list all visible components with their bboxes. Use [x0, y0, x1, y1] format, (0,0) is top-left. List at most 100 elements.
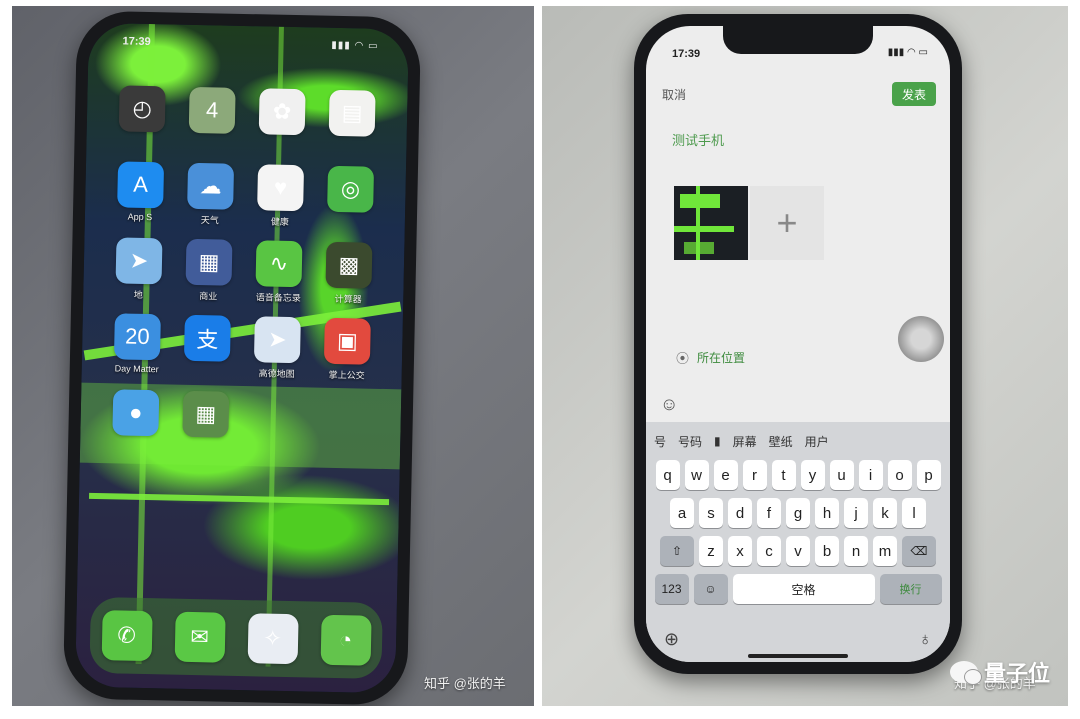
key-m[interactable]: m	[873, 536, 897, 566]
candidate-word[interactable]: 用户	[805, 433, 829, 450]
app-maps[interactable]: ➤ 地	[103, 237, 175, 314]
candidate-bar: 号号码 ▮ 屏幕 壁纸 用户	[654, 430, 942, 452]
app-store-icon: A	[117, 161, 165, 209]
calculator-icon: ▩	[325, 241, 373, 289]
key-x[interactable]: x	[728, 536, 752, 566]
key-i[interactable]: i	[858, 460, 883, 490]
key-d[interactable]: d	[728, 498, 752, 528]
maps-icon: ➤	[115, 237, 163, 285]
qbitai-logo: 量子位	[949, 656, 1050, 688]
candidate-word[interactable]: 壁纸	[769, 433, 793, 450]
app-apple-store[interactable]: ●	[100, 389, 172, 466]
app-health[interactable]: ♥ 健康	[244, 164, 316, 241]
key-n[interactable]: n	[844, 536, 868, 566]
app-notes[interactable]: ▤	[316, 89, 388, 167]
key-j[interactable]: j	[844, 498, 868, 528]
thumb-artifact	[674, 226, 734, 232]
key-o[interactable]: o	[887, 460, 912, 490]
candidate-word[interactable]: 号	[654, 433, 666, 450]
app-label: 地	[133, 289, 143, 300]
app-business-folder[interactable]: ▦ 商业	[173, 238, 245, 316]
app-label: App S	[127, 211, 153, 223]
space-key[interactable]: 空格	[732, 574, 875, 604]
app-label: Day Matter	[114, 363, 159, 375]
microphone-icon[interactable]: ♁	[919, 629, 933, 650]
app-photos[interactable]: ✿	[246, 88, 318, 165]
app-bus-app[interactable]: ▣ 掌上公交	[311, 317, 383, 394]
key-u[interactable]: u	[829, 460, 854, 490]
home-screen-grid: ◴ 4 ✿ ▤ A App S ☁ 天气 ♥ 健康 ◎ ➤ 地 ▦ 商业 ∿ 语音备忘录 ▩ 计算器 20 Day Ma…	[100, 85, 388, 471]
phone-icon[interactable]: ✆	[101, 610, 153, 662]
app-label: 高德地图	[258, 368, 295, 380]
key-a[interactable]: a	[670, 498, 694, 528]
backspace-key[interactable]: ⌫	[902, 536, 936, 566]
key-v[interactable]: v	[786, 536, 810, 566]
app-calendar[interactable]: 4	[176, 86, 248, 164]
key-k[interactable]: k	[873, 498, 897, 528]
key-c[interactable]: c	[757, 536, 781, 566]
key-g[interactable]: g	[786, 498, 810, 528]
emoji-icon[interactable]: ☺	[660, 394, 678, 415]
key-row-4: 123 ☺ 空格 换行	[646, 574, 950, 604]
messages-icon[interactable]: ✉	[174, 611, 226, 663]
app-alipay[interactable]: 支	[171, 314, 243, 392]
app-calculator[interactable]: ▩ 计算器	[313, 241, 385, 318]
days-matter-icon: 20	[113, 313, 161, 361]
app-folder[interactable]: ▦	[170, 390, 242, 468]
key-b[interactable]: b	[815, 536, 839, 566]
key-f[interactable]: f	[757, 498, 781, 528]
app-label: 商业	[199, 291, 218, 302]
key-r[interactable]: r	[742, 460, 767, 490]
alipay-icon: 支	[183, 314, 231, 362]
find-my-icon: ◎	[327, 165, 375, 213]
app-voice-memos[interactable]: ∿ 语音备忘录	[243, 240, 315, 317]
location-row[interactable]: ⦿ 所在位置	[676, 348, 745, 367]
app-amap[interactable]: ➤ 高德地图	[241, 316, 313, 393]
return-key[interactable]: 换行	[879, 574, 942, 604]
key-p[interactable]: p	[916, 460, 941, 490]
notch	[723, 26, 873, 54]
post-button[interactable]: 发表	[892, 82, 936, 106]
app-find-my[interactable]: ◎	[314, 165, 386, 243]
key-y[interactable]: y	[800, 460, 825, 490]
wechat-icon[interactable]: ◔	[320, 614, 372, 666]
assistive-touch-button[interactable]	[898, 316, 944, 362]
voice-memos-icon: ∿	[255, 240, 303, 288]
key-t[interactable]: t	[771, 460, 796, 490]
emoji-key[interactable]: ☺	[693, 574, 728, 604]
app-days-matter[interactable]: 20 Day Matter	[101, 313, 173, 390]
key-z[interactable]: z	[699, 536, 723, 566]
add-photo-button[interactable]: +	[750, 186, 824, 260]
key-w[interactable]: w	[684, 460, 709, 490]
app-clock[interactable]: ◴	[106, 85, 178, 162]
status-icons: ▮▮▮ ◠ ▭	[887, 47, 928, 58]
candidate-word[interactable]: 号码	[678, 433, 702, 450]
wechat-logo-icon	[949, 661, 982, 685]
app-label: 计算器	[334, 293, 362, 305]
key-row-2: asdfghjkl	[646, 498, 950, 528]
globe-icon[interactable]: ⊕	[664, 629, 679, 650]
app-weather[interactable]: ☁ 天气	[174, 162, 246, 240]
keyboard-footer: ⊕ ♁	[664, 629, 932, 650]
app-label: 掌上公交	[328, 369, 365, 381]
attached-photo-thumbnail[interactable]	[674, 186, 748, 260]
health-icon: ♥	[257, 164, 305, 212]
key-e[interactable]: e	[713, 460, 738, 490]
shift-key[interactable]: ⇧	[660, 536, 694, 566]
candidate-word[interactable]: ▮	[714, 434, 721, 448]
key-h[interactable]: h	[815, 498, 839, 528]
cancel-button[interactable]: 取消	[662, 86, 686, 103]
key-q[interactable]: q	[655, 460, 680, 490]
safari-icon[interactable]: ✧	[247, 613, 299, 665]
post-text-input[interactable]: 测试手机	[672, 130, 724, 149]
key-l[interactable]: l	[902, 498, 926, 528]
key-s[interactable]: s	[699, 498, 723, 528]
left-photo: 17:39 ▮▮▮ ◠ ▭ ◴ 4 ✿ ▤ A App S ☁ 天气 ♥ 健康 ◎ ➤ 地 ▦ 商业 ∿ 语音备…	[12, 6, 534, 706]
status-time: 17:39	[122, 35, 151, 49]
location-pin-icon: ⦿	[676, 351, 690, 366]
app-app-store[interactable]: A App S	[105, 161, 177, 238]
qbitai-logo-text: 量子位	[983, 661, 1050, 686]
numbers-key[interactable]: 123	[654, 574, 689, 604]
calendar-icon: 4	[188, 86, 236, 134]
candidate-word[interactable]: 屏幕	[733, 433, 757, 450]
